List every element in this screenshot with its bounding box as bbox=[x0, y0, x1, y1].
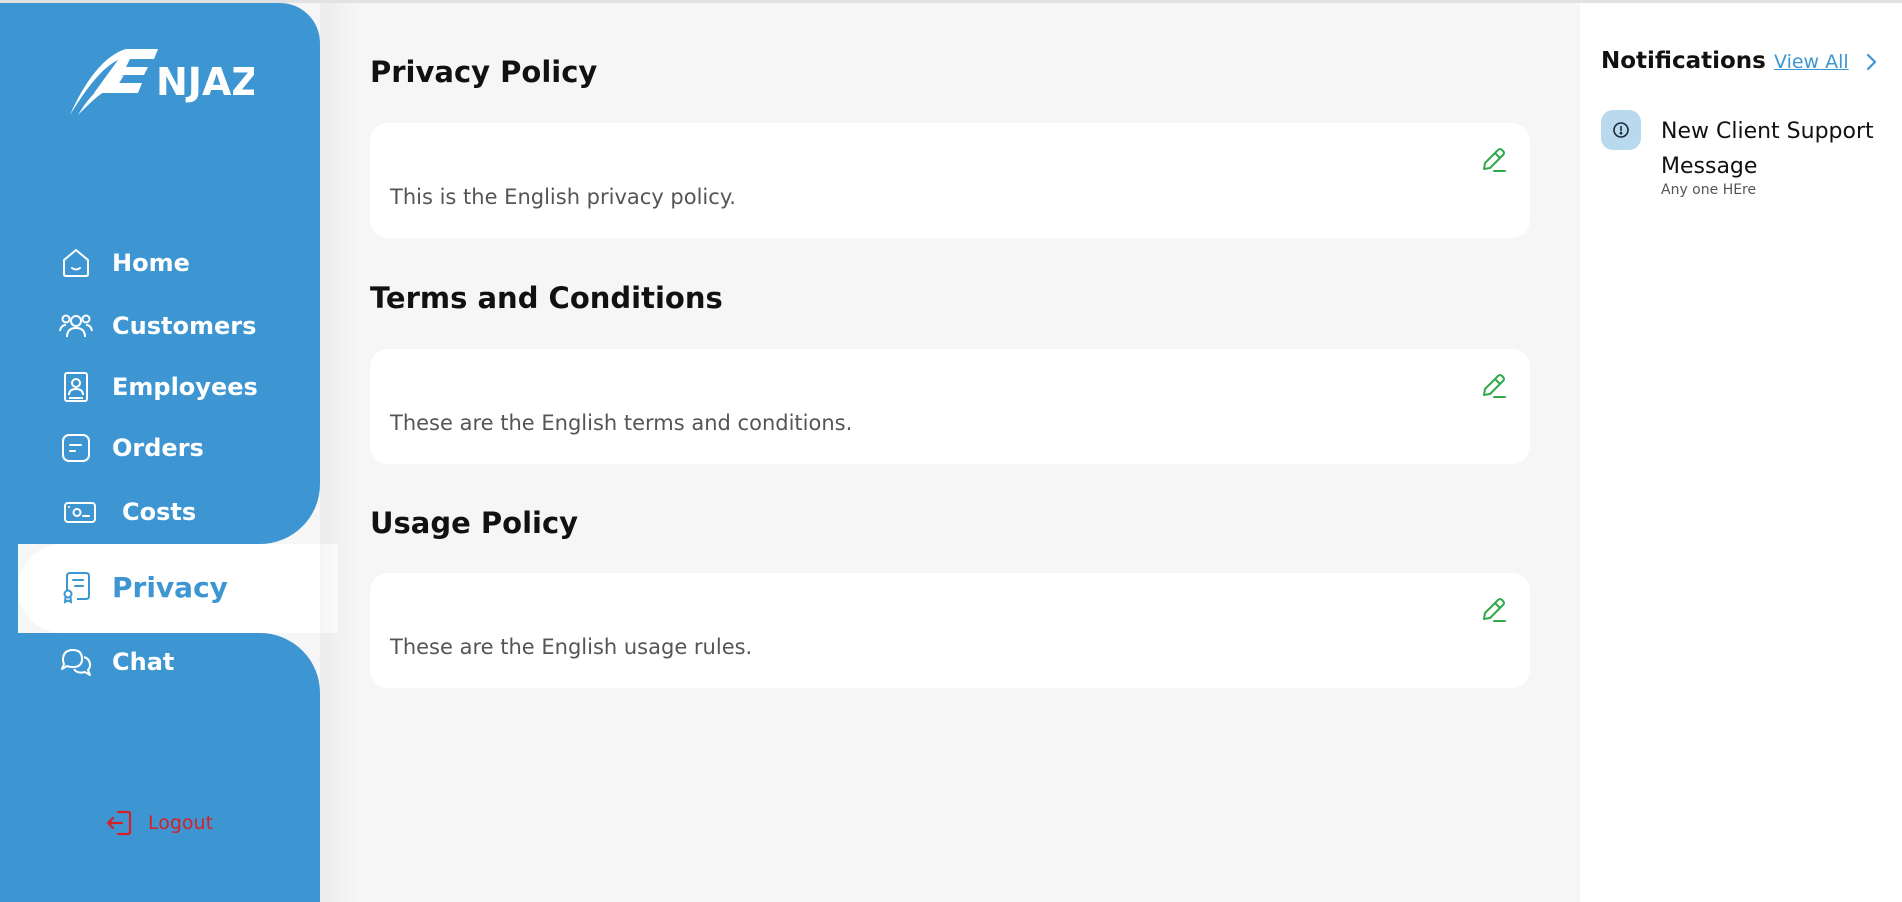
edit-pencil-icon bbox=[1483, 374, 1506, 398]
sidebar-item-label: Privacy bbox=[112, 570, 228, 604]
terms-card: These are the English terms and conditio… bbox=[370, 349, 1530, 464]
alert-icon bbox=[1601, 110, 1641, 150]
home-icon bbox=[58, 245, 94, 281]
view-all-link[interactable]: View All bbox=[1774, 51, 1849, 73]
sidebar-item-label: Chat bbox=[112, 648, 175, 676]
sidebar-item-orders[interactable]: Orders bbox=[58, 430, 204, 466]
sidebar-item-home[interactable]: Home bbox=[58, 245, 190, 281]
sidebar-background-filler bbox=[0, 544, 18, 633]
edit-terms-button[interactable] bbox=[1478, 371, 1508, 401]
section-title-privacy-policy: Privacy Policy bbox=[370, 55, 598, 89]
sidebar-item-customers[interactable]: Customers bbox=[58, 308, 256, 344]
sidebar-item-label: Customers bbox=[112, 312, 257, 340]
sidebar-item-chat[interactable]: Chat bbox=[58, 644, 174, 680]
sidebar-item-label: Costs bbox=[122, 498, 197, 526]
notifications-panel: Notifications View All New Client Suppor… bbox=[1580, 3, 1902, 902]
sidebar-item-label: Home bbox=[112, 249, 190, 277]
edit-privacy-policy-button[interactable] bbox=[1478, 145, 1508, 175]
sidebar-item-employees[interactable]: Employees bbox=[58, 369, 258, 405]
section-title-terms-and-conditions: Terms and Conditions bbox=[370, 281, 723, 315]
edit-usage-policy-button[interactable] bbox=[1478, 595, 1508, 625]
privacy-policy-text: This is the English privacy policy. bbox=[390, 185, 736, 209]
main-content: Privacy Policy This is the English priva… bbox=[320, 3, 1580, 902]
notifications-title: Notifications bbox=[1601, 48, 1766, 74]
chat-icon bbox=[58, 644, 94, 680]
privacy-certificate-icon bbox=[58, 569, 94, 605]
customers-icon bbox=[58, 308, 94, 344]
costs-icon bbox=[62, 494, 98, 530]
privacy-policy-card: This is the English privacy policy. bbox=[370, 123, 1530, 238]
app-root: NJAZ Home Customers Employees Orders Cos… bbox=[0, 0, 1902, 902]
logout-label: Logout bbox=[148, 812, 214, 834]
brand-logo[interactable]: NJAZ bbox=[64, 43, 259, 121]
logout-button[interactable]: Logout bbox=[104, 808, 213, 838]
notification-subtitle: Any one HEre bbox=[1661, 182, 1757, 198]
logout-icon bbox=[106, 810, 132, 836]
usage-policy-card: These are the English usage rules. bbox=[370, 573, 1530, 688]
section-title-usage-policy: Usage Policy bbox=[370, 506, 579, 540]
chevron-right-icon[interactable] bbox=[1860, 49, 1882, 75]
notification-title: New Client Support Message bbox=[1661, 119, 1874, 179]
edit-pencil-icon bbox=[1483, 148, 1506, 172]
usage-policy-text: These are the English usage rules. bbox=[390, 635, 753, 659]
sidebar-item-label: Orders bbox=[112, 434, 204, 462]
sidebar-item-costs[interactable]: Costs bbox=[62, 494, 196, 530]
sidebar-item-label: Employees bbox=[112, 373, 258, 401]
logo-text: NJAZ bbox=[156, 60, 254, 104]
edit-pencil-icon bbox=[1483, 598, 1506, 622]
orders-icon bbox=[58, 430, 94, 466]
sidebar: NJAZ Home Customers Employees Orders Cos… bbox=[0, 3, 338, 902]
terms-text: These are the English terms and conditio… bbox=[390, 411, 853, 435]
sidebar-item-privacy[interactable]: Privacy bbox=[58, 569, 228, 605]
employee-badge-icon bbox=[58, 369, 94, 405]
